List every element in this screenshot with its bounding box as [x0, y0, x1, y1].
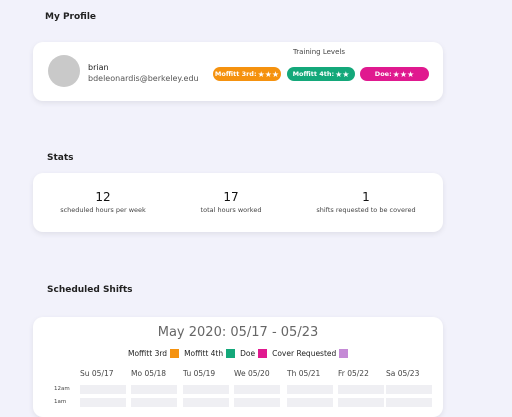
legend-item-moffitt-4th: Moffitt 4th — [184, 349, 236, 358]
calendar-slot[interactable] — [386, 398, 432, 407]
avatar — [48, 55, 80, 87]
training-badge-doe: Doe: ★★★ — [360, 67, 429, 81]
stats-section-title: Stats — [47, 153, 74, 163]
legend-item-moffitt-3rd: Moffitt 3rd — [128, 349, 180, 358]
day-header-sun: Su 05/17 — [80, 369, 114, 378]
legend-label: Cover Requested — [272, 349, 337, 358]
badge-label: Doe: — [374, 70, 392, 78]
legend-label: Moffitt 3rd — [128, 349, 168, 358]
calendar-slot[interactable] — [386, 385, 432, 394]
star-icon: ★★ — [335, 69, 350, 79]
legend-swatch — [226, 349, 236, 358]
calendar-title: May 2020: 05/17 - 05/23 — [157, 325, 319, 340]
stat-total-hours: 17 total hours worked — [166, 190, 296, 214]
day-header-thu: Th 05/21 — [287, 369, 321, 378]
calendar-slot[interactable] — [80, 398, 126, 407]
stat-shifts-covered: 1 shifts requested to be covered — [301, 190, 431, 214]
day-header-tue: Tu 05/19 — [183, 369, 216, 378]
stat-value: 17 — [223, 190, 239, 204]
schedule-card: May 2020: 05/17 - 05/23 Moffitt 3rd Moff… — [33, 317, 443, 417]
day-header-wed: We 05/20 — [234, 369, 270, 378]
user-email: bdeleonardis@berkeley.edu — [88, 74, 199, 83]
legend-label: Moffitt 4th — [184, 349, 224, 358]
stat-value: 1 — [362, 190, 370, 204]
profile-section-title: My Profile — [45, 12, 97, 22]
day-header-sat: Sa 05/23 — [386, 369, 420, 378]
stat-label: scheduled hours per week — [60, 206, 146, 214]
legend-swatch — [170, 349, 180, 358]
calendar-slot[interactable] — [338, 385, 384, 394]
legend-swatch — [258, 349, 268, 358]
legend-label: Doe — [240, 349, 256, 358]
star-icon: ★★★ — [392, 69, 415, 79]
calendar-slot[interactable] — [234, 398, 280, 407]
stat-value: 12 — [95, 190, 111, 204]
user-name: brian — [88, 63, 109, 72]
calendar-slot[interactable] — [183, 398, 229, 407]
hour-label-12am: 12am — [54, 386, 70, 392]
legend-item-doe: Doe — [240, 349, 268, 358]
calendar-legend: Moffitt 3rd Moffitt 4th Doe Cover Reques… — [128, 349, 353, 358]
hour-label-1am: 1am — [54, 399, 67, 405]
training-levels-title: Training Levels — [293, 48, 345, 56]
badge-label: Moffitt 4th: — [292, 70, 335, 78]
calendar-slot[interactable] — [80, 385, 126, 394]
calendar-slot[interactable] — [131, 385, 177, 394]
legend-swatch — [339, 349, 349, 358]
training-badge-moffitt-3rd: Moffitt 3rd: ★★★ — [213, 67, 281, 81]
day-header-mon: Mo 05/18 — [131, 369, 167, 378]
calendar-slot[interactable] — [234, 385, 280, 394]
calendar-slot[interactable] — [183, 385, 229, 394]
calendar-slot[interactable] — [338, 398, 384, 407]
stat-scheduled-hours: 12 scheduled hours per week — [38, 190, 168, 214]
legend-item-cover-requested: Cover Requested — [272, 349, 349, 358]
schedule-section-title: Scheduled Shifts — [47, 285, 133, 295]
calendar-slot[interactable] — [287, 385, 333, 394]
stat-label: shifts requested to be covered — [316, 206, 416, 214]
day-header-fri: Fr 05/22 — [338, 369, 369, 378]
stat-label: total hours worked — [200, 206, 262, 214]
calendar-slot[interactable] — [287, 398, 333, 407]
stats-card: 12 scheduled hours per week 17 total hou… — [33, 173, 443, 232]
badge-label: Moffitt 3rd: — [214, 70, 257, 78]
training-badge-moffitt-4th: Moffitt 4th: ★★ — [287, 67, 355, 81]
profile-card: brian bdeleonardis@berkeley.edu Training… — [33, 42, 443, 101]
star-icon: ★★★ — [257, 69, 280, 79]
calendar-slot[interactable] — [131, 398, 177, 407]
